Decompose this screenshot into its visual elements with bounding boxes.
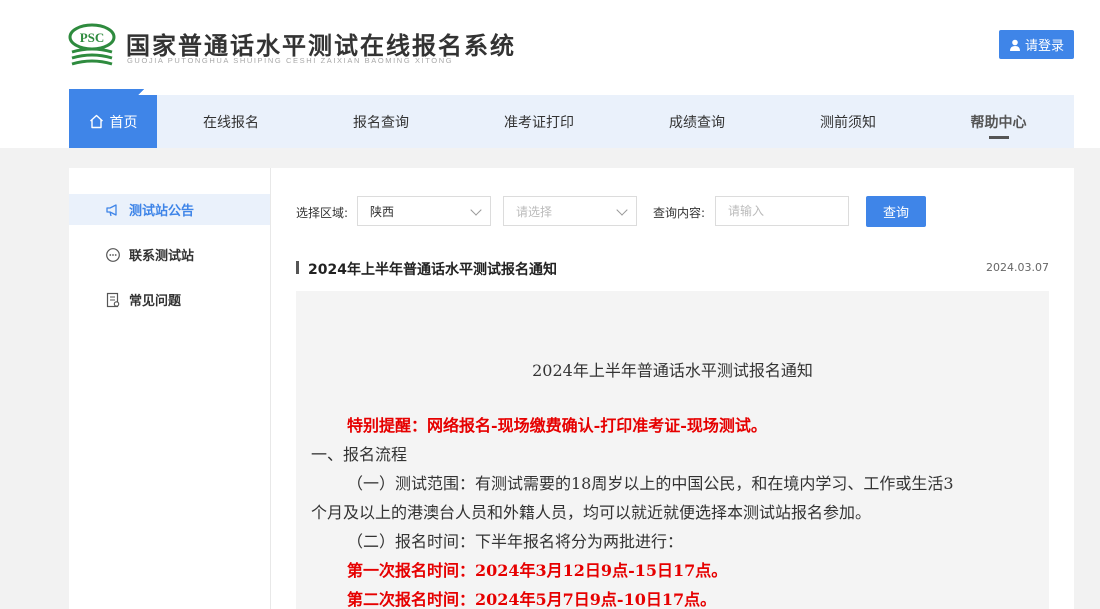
subregion-placeholder: 请选择 bbox=[516, 204, 553, 219]
nav-label: 准考证打印 bbox=[504, 114, 574, 131]
document-icon bbox=[106, 292, 120, 307]
query-label: 查询内容: bbox=[653, 206, 706, 220]
paragraph-line: （一）测试范围：有测试需要的18周岁以上的中国公民，和在境内学习、工作或生活3 bbox=[347, 474, 954, 493]
body-title: 2024年上半年普通话水平测试报名通知 bbox=[532, 361, 813, 380]
nav-label: 帮助中心 bbox=[970, 114, 1027, 131]
nav-item-online-register[interactable]: 在线报名 bbox=[157, 95, 305, 148]
user-icon bbox=[1009, 39, 1020, 51]
main-nav: 首页 在线报名 报名查询 准考证打印 成绩查询 测前须知 帮助中心 bbox=[69, 89, 1074, 148]
logo-text: PSC bbox=[80, 30, 105, 45]
login-label: 请登录 bbox=[1024, 39, 1064, 54]
sidebar-item-announcements[interactable]: 测试站公告 bbox=[69, 194, 270, 225]
first-registration-time: 第一次报名时间：2024年3月12日9点-15日17点。 bbox=[347, 561, 728, 580]
section-heading: 一、报名流程 bbox=[311, 445, 408, 464]
sidebar-item-contact[interactable]: 联系测试站 bbox=[69, 239, 270, 270]
article-date: 2024.03.07 bbox=[986, 261, 1049, 274]
nav-item-admission-ticket[interactable]: 准考证打印 bbox=[457, 95, 621, 148]
article-body: 2024年上半年普通话水平测试报名通知 特别提醒：网络报名-现场缴费确认-打印准… bbox=[296, 291, 1049, 609]
nav-label: 测前须知 bbox=[820, 114, 876, 131]
nav-label: 在线报名 bbox=[203, 114, 259, 131]
article-title[interactable]: 2024年上半年普通话水平测试报名通知 bbox=[308, 259, 557, 279]
title-marker bbox=[296, 261, 299, 274]
nav-item-register-query[interactable]: 报名查询 bbox=[305, 95, 457, 148]
chevron-down-icon bbox=[616, 204, 628, 216]
content-panel: 测试站公告 联系测试站 常见问题 选择区域: 陕西 请选择 查询内容: 请输入 … bbox=[69, 168, 1074, 609]
main-area: 选择区域: 陕西 请选择 查询内容: 查询 2024年上半年普通话水平测试报名通… bbox=[296, 168, 1049, 609]
nav-label: 成绩查询 bbox=[669, 114, 725, 131]
chevron-down-icon bbox=[470, 204, 482, 216]
query-button[interactable]: 查询 bbox=[866, 196, 926, 227]
nav-item-help-center[interactable]: 帮助中心 bbox=[923, 95, 1074, 148]
chat-icon bbox=[106, 247, 120, 262]
sidebar-label: 常见问题 bbox=[129, 294, 182, 309]
nav-item-home[interactable]: 首页 bbox=[69, 89, 157, 148]
megaphone-icon bbox=[106, 203, 117, 216]
site-subtitle: GUOJIA PUTONGHUA SHUIPING CESHI ZAIXIAN … bbox=[127, 56, 454, 65]
region-value: 陕西 bbox=[370, 204, 395, 219]
subregion-select[interactable]: 请选择 bbox=[503, 196, 637, 226]
sidebar-label: 测试站公告 bbox=[129, 204, 195, 219]
article-header: 2024年上半年普通话水平测试报名通知 2024.03.07 bbox=[296, 256, 1049, 280]
nav-label: 报名查询 bbox=[353, 114, 409, 131]
psc-logo[interactable]: PSC bbox=[68, 22, 116, 70]
nav-label-home: 首页 bbox=[109, 114, 138, 131]
sidebar-label: 联系测试站 bbox=[129, 249, 195, 264]
query-input[interactable] bbox=[715, 196, 849, 226]
sidebar: 测试站公告 联系测试站 常见问题 bbox=[69, 168, 271, 609]
region-select[interactable]: 陕西 bbox=[357, 196, 491, 226]
second-registration-time: 第二次报名时间：2024年5月7日9点-10日17点。 bbox=[347, 590, 717, 609]
special-reminder: 特别提醒：网络报名-现场缴费确认-打印准考证-现场测试。 bbox=[347, 416, 767, 435]
sidebar-item-faq[interactable]: 常见问题 bbox=[69, 284, 270, 315]
region-label: 选择区域: bbox=[296, 206, 349, 220]
nav-item-pretest-notice[interactable]: 测前须知 bbox=[773, 95, 923, 148]
nav-item-score-query[interactable]: 成绩查询 bbox=[621, 95, 773, 148]
paragraph-line: （二）报名时间：下半年报名将分为两批进行： bbox=[347, 532, 684, 551]
paragraph-line: 个月及以上的港澳台人员和外籍人员，均可以就近就便选择本测试站报名参加。 bbox=[311, 503, 872, 522]
home-icon bbox=[89, 114, 103, 129]
login-button[interactable]: 请登录 bbox=[999, 30, 1074, 59]
